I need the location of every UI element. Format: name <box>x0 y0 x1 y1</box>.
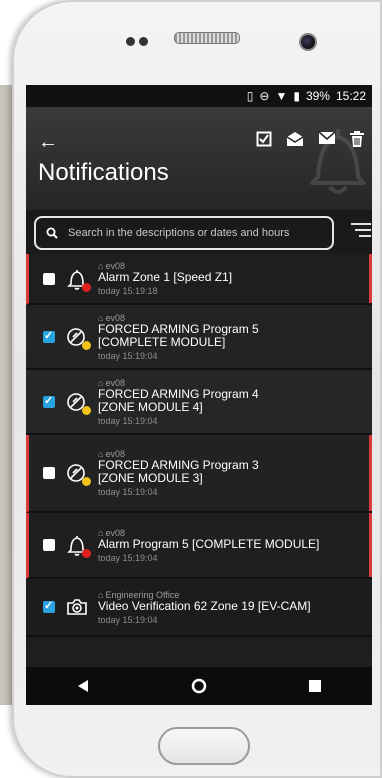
app-screen: ▯ ⊖ ▼ ▮ 39% 15:22 ← Notifications Search… <box>26 85 372 705</box>
item-description: FORCED ARMING Program 5 [COMPLETE MODULE… <box>98 321 259 349</box>
status-dot <box>82 282 91 292</box>
item-description: Alarm Zone 1 [Speed Z1] <box>98 270 233 284</box>
camera-icon <box>65 595 89 619</box>
building-icon: ⌂ <box>98 312 104 323</box>
physical-home-button[interactable] <box>158 727 250 765</box>
status-dot <box>82 549 91 558</box>
item-text: ⌂ ev08 FORCED ARMING Program 4 [ZONE MODU… <box>98 378 268 426</box>
nav-recents-icon[interactable] <box>308 679 322 693</box>
forced-arming-icon <box>65 390 91 415</box>
item-source: ⌂ ev08 <box>98 377 125 388</box>
status-dot <box>82 340 91 350</box>
notification-item[interactable]: ⌂ ev08 Alarm Program 5 [COMPLETE MODULE] … <box>26 513 372 579</box>
notification-item[interactable]: ⌂ev08 FORCED ARMING Program 4 [ZONE MODU… <box>26 370 372 435</box>
status-dot <box>82 477 91 486</box>
bell-icon <box>65 533 91 558</box>
notification-item[interactable]: ⌂ev08 FORCED ARMING Program 5 [COMPLETE … <box>26 305 372 370</box>
item-source: ⌂ ev08 <box>98 312 125 323</box>
item-description: FORCED ARMING Program 4 [ZONE MODULE 4] <box>98 386 259 414</box>
item-checkbox[interactable] <box>43 394 55 408</box>
page-title: Notifications <box>38 159 169 186</box>
mark-unread-icon[interactable] <box>318 131 336 145</box>
search-icon <box>46 227 58 239</box>
earpiece-speaker <box>174 32 240 44</box>
app-header: ← Notifications <box>26 107 372 210</box>
android-nav-bar <box>26 667 372 705</box>
header-actions <box>256 131 364 147</box>
item-time: today 15:19:04 <box>98 614 158 625</box>
search-box[interactable] <box>34 216 334 250</box>
alarm-stripe <box>369 435 372 511</box>
search-input[interactable] <box>66 226 320 240</box>
status-bar: ▯ ⊖ ▼ ▮ 39% 15:22 <box>26 85 372 107</box>
status-dot <box>82 405 91 415</box>
alarm-stripe <box>369 513 372 577</box>
item-text: ⌂ ev08 Alarm Zone 1 [Speed Z1] today 15:1… <box>98 261 232 296</box>
item-time: today 15:19:18 <box>98 286 158 296</box>
item-time: today 15:19:04 <box>98 552 158 563</box>
item-checkbox[interactable] <box>43 599 55 613</box>
notification-list: ⌂ ev08 Alarm Zone 1 [Speed Z1] today 15:1… <box>26 254 372 637</box>
item-time: today 15:19:04 <box>98 350 158 361</box>
item-checkbox[interactable] <box>43 272 55 285</box>
notification-item[interactable]: ⌂ ev08 Alarm Zone 1 [Speed Z1] today 15:1… <box>26 254 372 305</box>
front-camera <box>299 33 317 51</box>
vibrate-icon: ▯ <box>246 89 254 103</box>
wifi-icon: ▼ <box>275 89 288 103</box>
bell-icon <box>65 267 91 292</box>
item-checkbox[interactable] <box>43 329 55 343</box>
item-source: ⌂ Engineering Office <box>98 589 180 600</box>
building-icon: ⌂ <box>98 377 104 388</box>
building-icon: ⌂ <box>98 527 104 538</box>
item-checkbox[interactable] <box>43 467 55 479</box>
alarm-stripe <box>369 254 372 303</box>
notification-item[interactable]: ⌂ ev08 FORCED ARMING Program 3 [ZONE MODU… <box>26 435 372 513</box>
dnd-icon: ⊖ <box>259 89 270 103</box>
sensor-dots <box>126 33 152 51</box>
item-text: ⌂ ev08 Alarm Program 5 [COMPLETE MODULE] … <box>98 528 319 563</box>
item-source: ⌂ ev08 <box>98 527 125 538</box>
nav-back-icon[interactable] <box>76 679 90 693</box>
item-description: FORCED ARMING Program 3 [ZONE MODULE 3] <box>98 458 259 485</box>
clock: 15:22 <box>335 89 366 103</box>
item-description: Video Verification 62 Zone 19 [EV-CAM] <box>98 598 311 613</box>
item-time: today 15:19:04 <box>98 415 158 426</box>
notification-item[interactable]: ⌂Engineering Office Video Verification 6… <box>26 579 372 637</box>
select-all-icon[interactable] <box>256 131 272 147</box>
mark-read-icon[interactable] <box>286 131 304 147</box>
forced-arming-icon <box>65 461 91 486</box>
back-arrow-icon[interactable]: ← <box>38 131 58 154</box>
item-text: ⌂ ev08 FORCED ARMING Program 3 [ZONE MODU… <box>98 449 268 497</box>
item-text: ⌂ ev08 FORCED ARMING Program 5 [COMPLETE … <box>98 313 278 361</box>
search-row <box>26 210 372 254</box>
item-time: today 15:19:04 <box>98 487 158 497</box>
item-text: ⌂ Engineering Office Video Verification 6… <box>98 590 311 625</box>
delete-icon[interactable] <box>350 131 364 147</box>
item-checkbox[interactable] <box>43 539 55 551</box>
forced-arming-icon <box>65 325 91 350</box>
item-description: Alarm Program 5 [COMPLETE MODULE] <box>98 536 320 551</box>
battery-level: 39% <box>305 89 330 103</box>
nav-home-icon[interactable] <box>191 678 207 694</box>
battery-icon: ▮ <box>293 89 300 103</box>
filter-icon[interactable] <box>350 222 372 238</box>
building-icon: ⌂ <box>98 589 104 600</box>
